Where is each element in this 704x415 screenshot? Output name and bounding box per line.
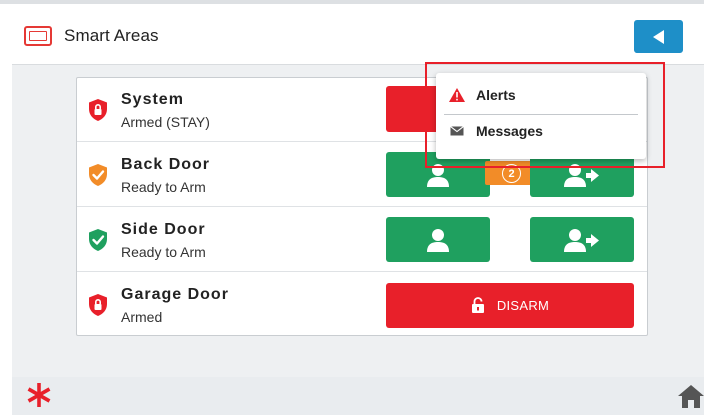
lock-shield-icon: [89, 99, 107, 121]
lock-shield-icon: [89, 294, 107, 316]
area-name: Back Door: [121, 156, 211, 173]
page-title: Smart Areas: [64, 26, 159, 45]
back-arrow-icon: [652, 29, 664, 44]
touchscreen-panel-icon: [24, 26, 52, 46]
arm-stay-button[interactable]: [386, 217, 490, 262]
home-icon[interactable]: [678, 383, 704, 409]
area-status: Ready to Arm: [121, 244, 206, 260]
highlight-box: [425, 62, 665, 168]
disarm-label: DISARM: [496, 298, 550, 313]
area-name: Garage Door: [121, 286, 229, 303]
smart-areas-screen: Smart Areas System Armed (STAY) Back Doo…: [0, 0, 704, 415]
disarm-button[interactable]: DISARM: [386, 283, 634, 328]
area-name: Side Door: [121, 221, 206, 238]
check-shield-icon: [89, 229, 107, 251]
back-button[interactable]: [634, 20, 683, 53]
footer-bar: [12, 377, 704, 415]
list-item-side-door: Side Door Ready to Arm: [77, 208, 647, 272]
list-item-garage-door: Garage Door Armed DISARM: [77, 273, 647, 337]
check-shield-icon: [89, 164, 107, 186]
unlock-icon: [471, 297, 484, 313]
area-status: Ready to Arm: [121, 179, 206, 195]
asterisk-icon[interactable]: [26, 381, 52, 409]
person-icon: [427, 228, 449, 252]
arm-away-button[interactable]: [530, 217, 634, 262]
area-name: System: [121, 91, 184, 108]
header-bar: Smart Areas: [12, 4, 704, 65]
area-status: Armed: [121, 309, 163, 325]
area-status: Armed (STAY): [121, 114, 210, 130]
person-exit-icon: [564, 228, 599, 252]
